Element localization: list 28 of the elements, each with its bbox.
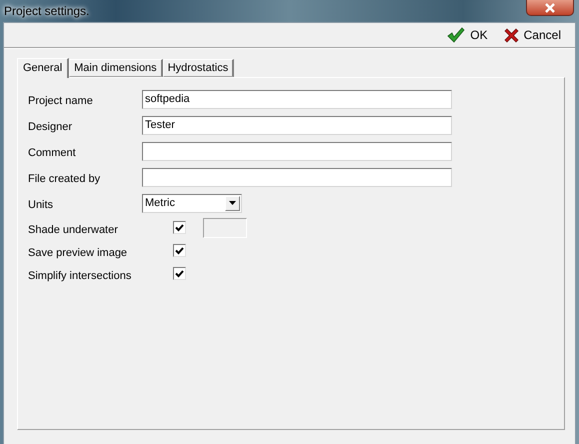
close-icon	[544, 2, 556, 12]
tab[interactable]: Main dimensions	[69, 59, 163, 77]
checkbox[interactable]	[173, 244, 186, 257]
checkbox[interactable]	[173, 221, 186, 234]
text-field[interactable]	[142, 168, 452, 186]
checkbox[interactable]	[173, 267, 186, 280]
cancel-button[interactable]: Cancel	[504, 28, 561, 42]
ok-button[interactable]: OK	[447, 27, 488, 43]
checkmark-icon	[447, 27, 466, 43]
color-swatch[interactable]	[203, 218, 247, 238]
field-label: File created by	[28, 173, 102, 185]
text-field[interactable]	[142, 142, 452, 160]
window-title: Project settings.	[4, 4, 90, 18]
field-label: Units	[28, 199, 54, 211]
tab[interactable]: General	[17, 58, 70, 78]
tab[interactable]: Hydrostatics	[162, 59, 234, 77]
close-icon	[504, 28, 519, 42]
field-label: Comment	[28, 147, 77, 159]
checkbox-label: Save preview image	[28, 246, 128, 258]
units-dropdown[interactable]: Metric	[142, 194, 242, 212]
text-field[interactable]: softpedia	[142, 90, 452, 108]
close-button[interactable]	[526, 0, 574, 16]
field-label: Project name	[28, 95, 94, 107]
field-label: Designer	[28, 121, 74, 133]
caret-icon	[229, 201, 236, 205]
text-field[interactable]: Tester	[142, 116, 452, 134]
checkbox-label: Shade underwater	[28, 224, 119, 236]
checkbox-label: Simplify intersections	[28, 270, 132, 282]
